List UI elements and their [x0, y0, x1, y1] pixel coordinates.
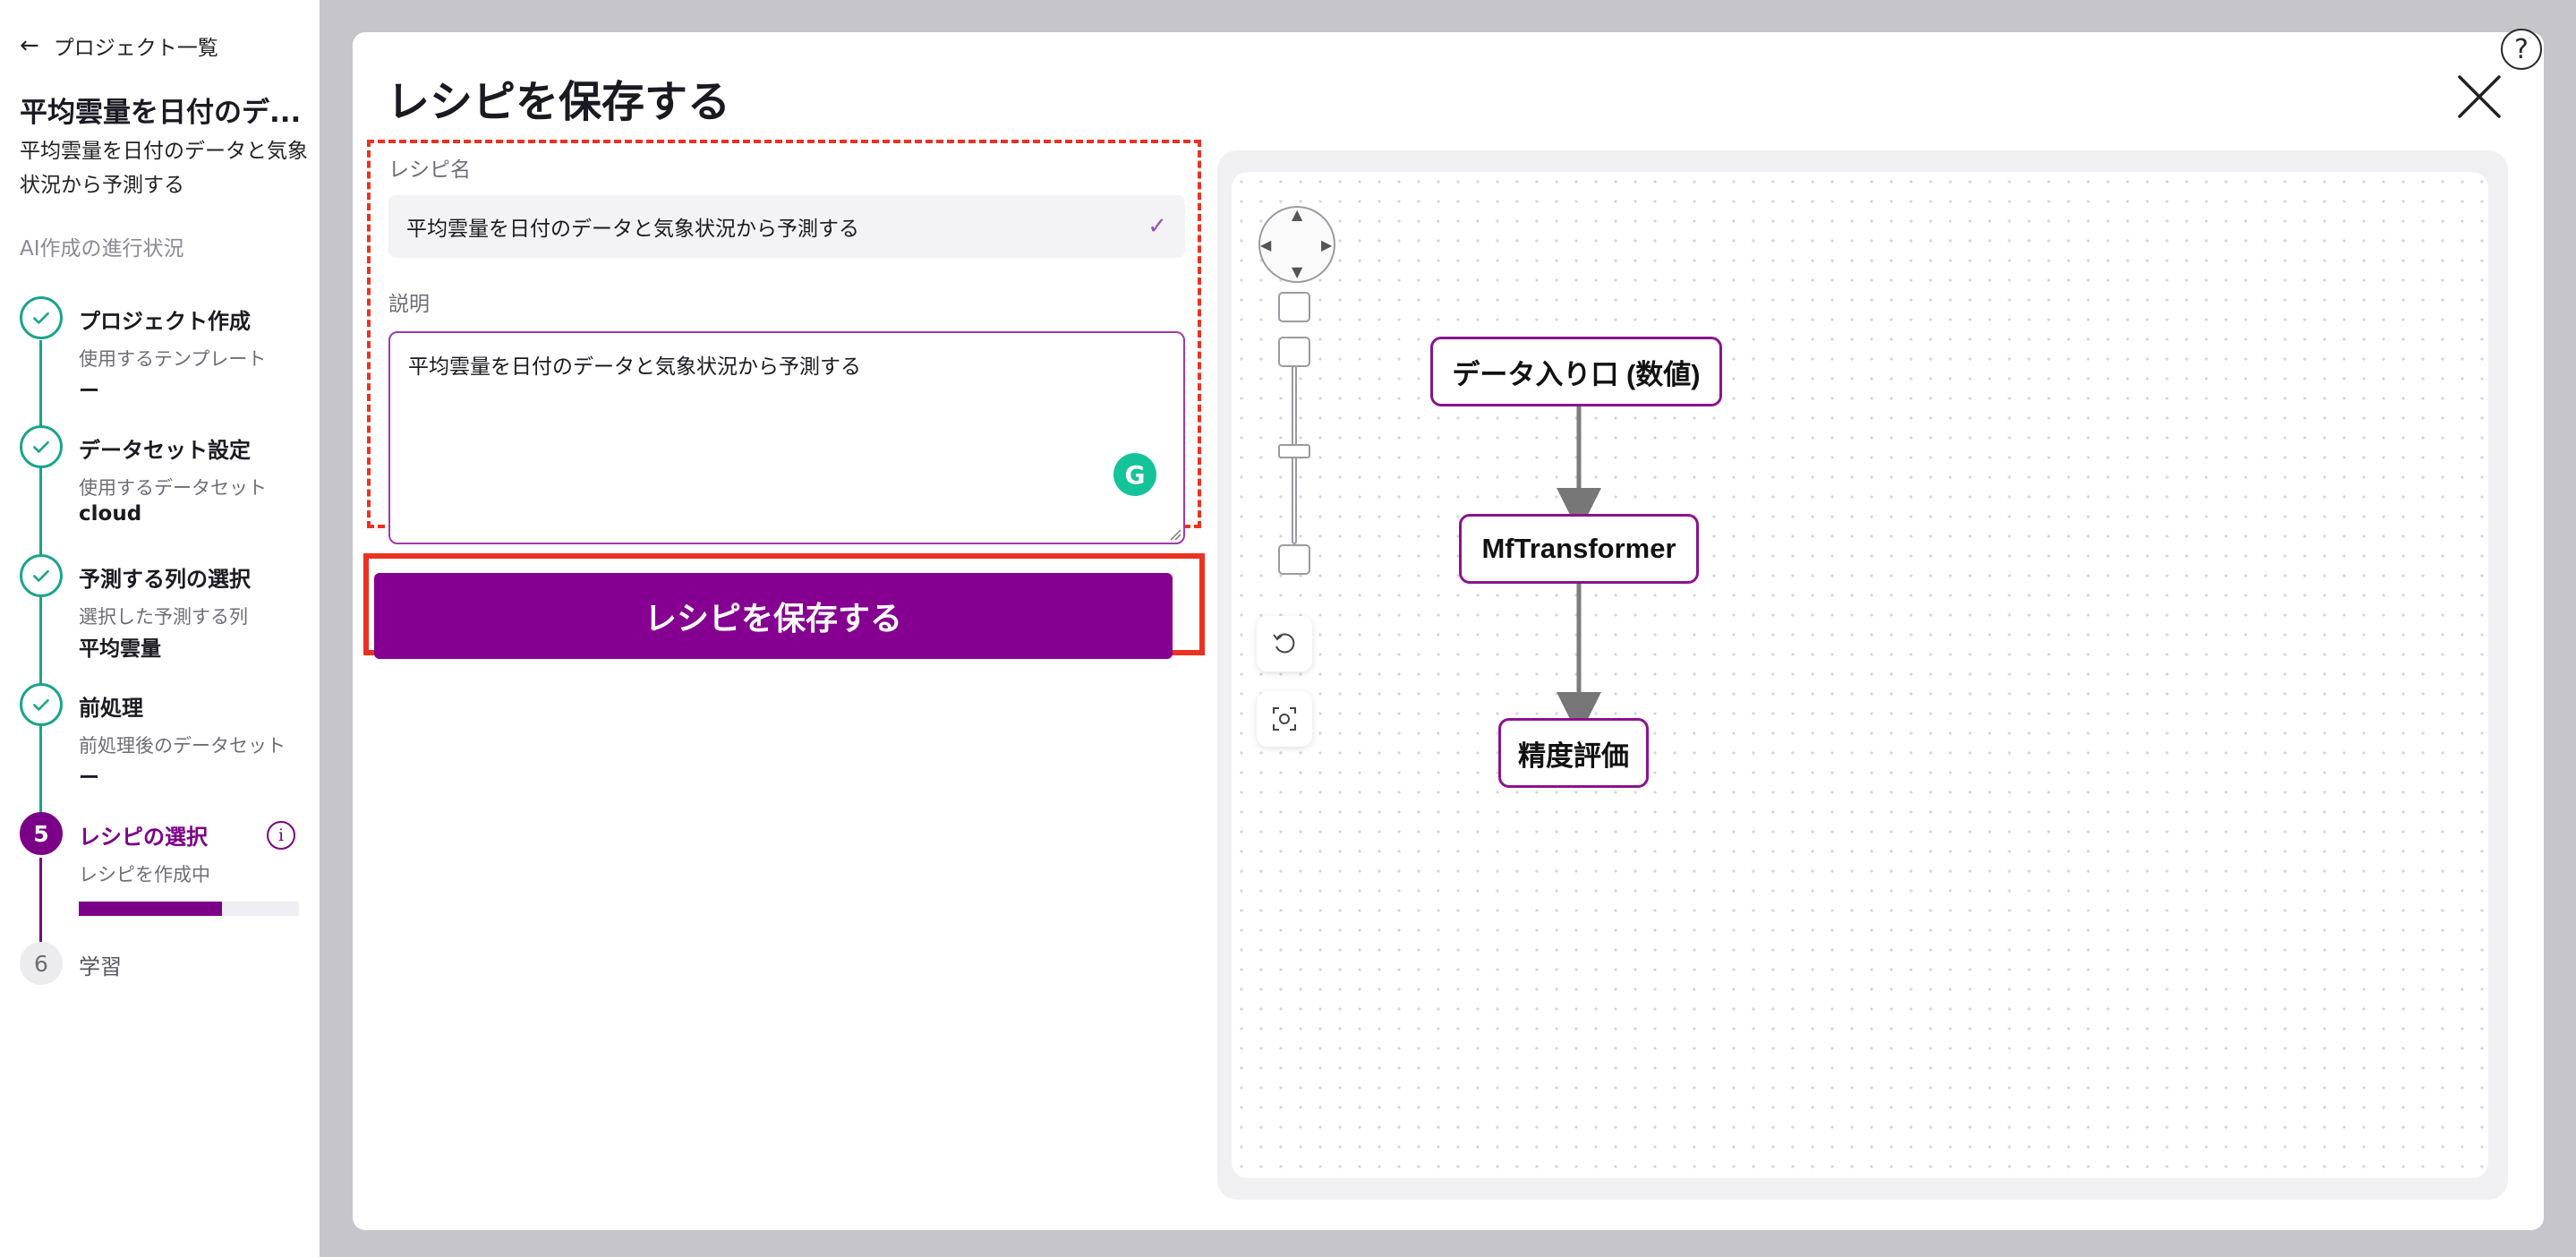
step-title: プロジェクト作成 — [79, 309, 251, 334]
step-number: 6 — [20, 942, 63, 985]
check-icon: ✓ — [1147, 213, 1167, 240]
save-recipe-modal: レシピを保存する レシピ名 平均雲量を日付のデータと気象状況から予測する ✓ 説… — [353, 32, 2544, 1230]
sidebar: ← プロジェクト一覧 平均雲量を日付のデ... 平均雲量を日付のデータと気象状況… — [0, 0, 320, 1257]
graph-node-mftransformer[interactable]: MfTransformer — [1459, 514, 1699, 584]
arrow-left-icon: ← — [20, 32, 39, 59]
project-title: 平均雲量を日付のデ... — [20, 97, 302, 129]
check-icon — [20, 425, 63, 468]
description-label: 説明 — [388, 293, 430, 316]
step-value: ー — [79, 380, 99, 403]
step-subtitle: 使用するテンプレート — [79, 348, 267, 370]
resize-grip-icon[interactable] — [1169, 528, 1181, 541]
graph-node-data-input[interactable]: データ入り口 (数値) — [1430, 337, 1722, 406]
description-value: 平均雲量を日付のデータと気象状況から予測する — [408, 355, 861, 379]
step-progress-fill — [79, 902, 222, 916]
step-subtitle: レシピを作成中 — [79, 864, 210, 885]
save-recipe-button[interactable]: レシピを保存する — [374, 573, 1173, 659]
check-icon — [20, 554, 63, 597]
recipe-graph-panel: ▲ ▼ ◀ ▶ データ入り口 (数値) MfTransformer 精度評価 — [1217, 150, 2508, 1200]
step-subtitle: 選択した予測する列 — [79, 606, 248, 628]
progress-heading: AI作成の進行状況 — [20, 237, 184, 261]
step-title: 予測する列の選択 — [79, 567, 251, 592]
step-value: cloud — [79, 502, 142, 526]
step-progress-bar — [79, 902, 299, 916]
close-icon[interactable] — [2454, 72, 2504, 122]
check-icon — [20, 683, 63, 726]
graph-node-accuracy-eval[interactable]: 精度評価 — [1498, 718, 1649, 788]
back-link-label: プロジェクト一覧 — [53, 37, 218, 60]
info-icon[interactable]: i — [267, 821, 295, 850]
recipe-name-label: レシピ名 — [388, 158, 471, 182]
step-subtitle: 前処理後のデータセット — [79, 735, 286, 757]
step-title: データセット設定 — [79, 438, 251, 463]
step-number: 5 — [20, 812, 63, 855]
back-to-projects-link[interactable]: ← プロジェクト一覧 — [20, 30, 218, 61]
step-title: 前処理 — [79, 696, 143, 721]
recipe-name-input[interactable]: 平均雲量を日付のデータと気象状況から予測する ✓ — [388, 195, 1185, 258]
modal-title: レシピを保存する — [387, 77, 731, 127]
question-mark-icon[interactable]: ? — [2501, 29, 2542, 70]
step-title: レシピの選択 — [79, 825, 208, 850]
step-subtitle: 使用するデータセット — [79, 477, 267, 499]
recipe-form-highlight: レシピ名 平均雲量を日付のデータと気象状況から予測する ✓ 説明 平均雲量を日付… — [367, 140, 1201, 544]
step-value: 平均雲量 — [79, 637, 161, 661]
step-title: 学習 — [79, 954, 122, 979]
description-textarea[interactable]: 平均雲量を日付のデータと気象状況から予測する G — [388, 331, 1185, 544]
step-value: ー — [79, 766, 99, 790]
project-description: 平均雲量を日付のデータと気象状況から予測する — [20, 140, 308, 197]
recipe-graph-canvas[interactable]: ▲ ▼ ◀ ▶ データ入り口 (数値) MfTransformer 精度評価 — [1232, 172, 2488, 1178]
recipe-name-value: 平均雲量を日付のデータと気象状況から予測する — [406, 218, 859, 241]
graph-edges — [1557, 406, 1601, 737]
progress-line-active — [39, 858, 42, 947]
grammarly-icon[interactable]: G — [1113, 453, 1156, 496]
check-icon — [20, 296, 63, 339]
